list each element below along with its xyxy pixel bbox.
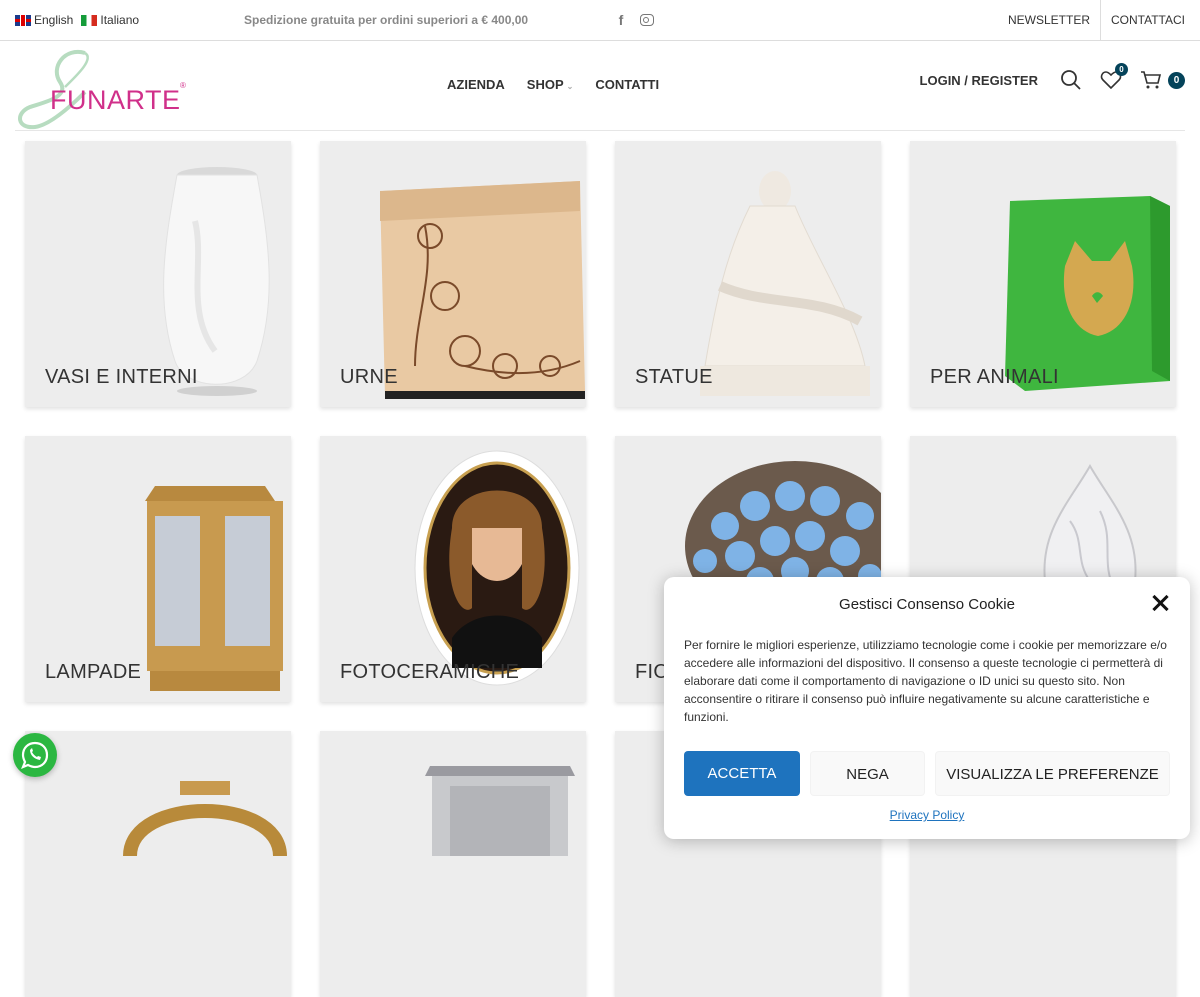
close-icon[interactable] [1152,595,1168,611]
cart-icon [1141,71,1162,89]
category-label: STATUE [635,366,713,388]
shipping-notice: Spedizione gratuita per ordini superiori… [244,13,529,27]
language-italiano-label: Italiano [100,13,140,27]
urn-image [380,181,585,399]
language-switcher: English Italiano [15,13,143,27]
logo-registered-mark: ® [180,81,186,90]
cookie-consent-dialog: Gestisci Consenso Cookie Per fornire le … [664,577,1190,839]
search-icon[interactable] [1060,69,1082,91]
accept-button[interactable]: ACCETTA [684,751,800,796]
wishlist-count-badge: 0 [1115,63,1128,76]
category-label: PER ANIMALI [930,366,1059,388]
top-bar: English Italiano Spedizione gratuita per… [0,0,1200,41]
nav-item-shop-label: SHOP [526,77,564,92]
cart-button[interactable]: 0 [1140,69,1185,91]
category-card-fotoceramiche[interactable]: FOTOCERAMICHE [320,436,586,702]
main-header: FUNARTE ® AZIENDA SHOP ⌄ CONTATTI LOGIN /… [15,41,1185,131]
cookie-dialog-text: Per fornire le migliori esperienze, util… [684,638,1167,724]
uk-flag-icon [15,14,31,26]
whatsapp-button[interactable] [13,733,57,777]
cookie-dialog-title: Gestisci Consenso Cookie [839,596,1015,613]
category-card-cornici[interactable] [25,731,291,997]
lantern-image [425,766,575,856]
category-label: FOTOCERAMICHE [340,661,520,683]
language-italiano[interactable]: Italiano [81,13,139,27]
lamp-image [145,486,283,691]
category-label: URNE [340,366,398,388]
social-links: f [614,12,654,28]
contact-link[interactable]: CONTATTACI [1101,0,1200,40]
category-card-statue[interactable]: STATUE [615,141,881,407]
top-right-links: NEWSLETTER CONTATTACI [998,0,1200,40]
language-english[interactable]: English [15,13,73,27]
newsletter-link[interactable]: NEWSLETTER [998,0,1101,40]
view-preferences-button[interactable]: VISUALIZZA LE PREFERENZE [935,751,1170,796]
cart-count-badge: 0 [1168,71,1185,89]
photo-ceramic-image [414,450,580,686]
vase-image [163,167,270,396]
deny-button[interactable]: NEGA [810,751,925,796]
instagram-icon[interactable] [640,14,654,26]
chevron-down-icon: ⌄ [566,82,574,91]
pet-urn-image [1005,196,1170,391]
category-card-urne[interactable]: URNE [320,141,586,407]
header-actions: LOGIN / REGISTER 0 0 [920,63,1185,91]
category-card-lampade[interactable]: LAMPADE [25,436,291,702]
funarte-logo[interactable]: FUNARTE ® [15,47,190,130]
wishlist-button[interactable]: 0 [1100,63,1128,91]
italy-flag-icon [81,14,98,26]
category-card-animali[interactable]: PER ANIMALI [910,141,1176,407]
nav-item-shop[interactable]: SHOP ⌄ [527,77,574,92]
nav-item-azienda[interactable]: AZIENDA [447,77,505,92]
category-card-accessori[interactable] [320,731,586,997]
category-label: VASI E INTERNI [45,366,198,388]
category-label: LAMPADE [45,661,142,683]
login-register-link[interactable]: LOGIN / REGISTER [920,73,1038,88]
language-english-label: English [34,13,74,27]
logo-text: FUNARTE [50,85,181,115]
statue-image [700,171,870,396]
whatsapp-icon [21,741,49,769]
privacy-policy-link[interactable]: Privacy Policy [664,808,1190,822]
facebook-icon[interactable]: f [614,12,628,28]
nav-item-contatti[interactable]: CONTATTI [595,77,659,92]
main-navigation: AZIENDA SHOP ⌄ CONTATTI [447,77,659,92]
category-card-vasi[interactable]: VASI E INTERNI [25,141,291,407]
frame-image [123,781,287,856]
